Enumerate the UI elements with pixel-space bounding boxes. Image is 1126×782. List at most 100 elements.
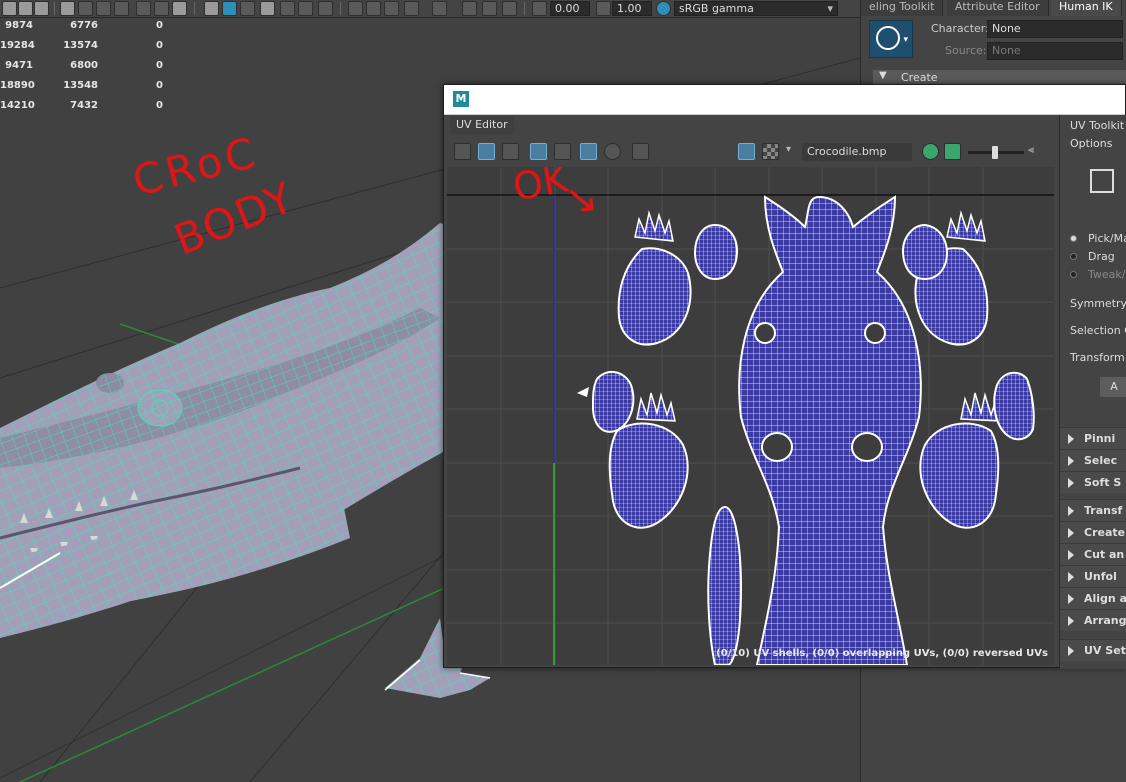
light-icon[interactable] xyxy=(136,1,151,16)
uv-checker-grid-icon[interactable] xyxy=(580,143,597,160)
chevron-right-icon xyxy=(1068,594,1074,604)
panel-toggle-icon[interactable]: ⫷ xyxy=(1028,143,1044,160)
exposure-field[interactable]: 0.00 xyxy=(550,1,590,16)
uv-toolkit-title: UV Toolkit xyxy=(1070,119,1125,132)
tweak-radio[interactable] xyxy=(1070,271,1077,278)
uv-toolbar: ▾ Crocodile.bmp ⫷ xyxy=(446,136,1059,166)
chevron-down-icon: ▼ xyxy=(879,70,887,81)
chevron-right-icon xyxy=(1068,478,1074,488)
uv-viewport[interactable]: OK → (0/10) UV shells, (0/0) overlapping… xyxy=(447,167,1054,665)
isolate-icon[interactable] xyxy=(384,1,399,16)
toggle-icon[interactable] xyxy=(298,1,313,16)
section-unfold[interactable]: Unfol xyxy=(1060,565,1126,587)
cube-wire-icon[interactable] xyxy=(240,1,255,16)
exposure-icon[interactable] xyxy=(532,1,547,16)
section-uv-sets[interactable]: UV Set xyxy=(1060,639,1126,661)
uv-grid-icon[interactable] xyxy=(478,143,495,160)
human-ik-icon[interactable]: ▾ xyxy=(869,20,913,58)
color-space-value: sRGB gamma xyxy=(679,2,754,15)
uv-isolate-icon[interactable] xyxy=(502,143,519,160)
tweak-label: Tweak/ xyxy=(1088,268,1126,281)
frame-all-icon[interactable] xyxy=(482,1,497,16)
section-select[interactable]: Selec xyxy=(1060,449,1126,471)
uv-status-text: (0/10) UV shells, (0/0) overlapping UVs,… xyxy=(716,648,1048,659)
camera-pan-icon[interactable] xyxy=(432,1,447,16)
image-display-icon[interactable] xyxy=(738,143,755,160)
image-name-field[interactable]: Crocodile.bmp xyxy=(802,143,912,161)
pick-mode-label: Pick/Ma xyxy=(1088,232,1126,245)
source-label: Source: xyxy=(945,44,987,57)
gamma-icon[interactable] xyxy=(596,1,611,16)
uv-editor-window: M UV Editor ▾ Crocodile.bmp ⫷ OK → (0/10… xyxy=(443,84,1126,669)
section-create[interactable]: Create xyxy=(1060,521,1126,543)
section-arrange-layout[interactable]: Arrang xyxy=(1060,609,1126,631)
apply-button[interactable]: A xyxy=(1100,377,1126,397)
drag-radio[interactable] xyxy=(1070,253,1077,260)
section-pinning[interactable]: Pinni xyxy=(1060,427,1126,449)
chevron-down-icon: ▾ xyxy=(827,2,833,15)
paint-icon[interactable] xyxy=(18,1,33,16)
maya-logo-icon: M xyxy=(453,91,469,107)
transform-label: Transform xyxy=(1070,351,1125,364)
chevron-right-icon xyxy=(1068,572,1074,582)
uv-snap-icon[interactable] xyxy=(554,143,571,160)
image-brightness-slider[interactable] xyxy=(968,146,1024,159)
tab-uv-editor[interactable]: UV Editor xyxy=(450,116,514,134)
checker-icon[interactable] xyxy=(280,1,295,16)
drag-label: Drag xyxy=(1088,250,1115,263)
slider-handle[interactable] xyxy=(992,146,998,159)
shadow-icon[interactable] xyxy=(154,1,169,16)
uv-shell-icon[interactable] xyxy=(454,143,471,160)
sync-icon[interactable] xyxy=(922,143,939,160)
uv-frame-icon[interactable] xyxy=(530,143,547,160)
section-cut-sew[interactable]: Cut an xyxy=(1060,543,1126,565)
brush-icon[interactable] xyxy=(34,1,49,16)
tab-modeling-toolkit[interactable]: eling Toolkit xyxy=(861,0,944,16)
color-manage-icon[interactable] xyxy=(656,1,671,16)
wireframe-icon[interactable] xyxy=(78,1,93,16)
sphere-icon[interactable] xyxy=(348,1,363,16)
cube-shaded-icon[interactable] xyxy=(222,1,237,16)
uv-distortion-icon[interactable] xyxy=(604,143,621,160)
image-icon[interactable] xyxy=(944,143,961,160)
pick-radio[interactable] xyxy=(1070,235,1077,242)
expand-icon[interactable] xyxy=(502,1,517,16)
uv-toolkit-panel: UV Toolkit Options Pick/Ma Drag Tweak/ S… xyxy=(1059,115,1126,669)
chevron-right-icon xyxy=(1068,646,1074,656)
section-transform[interactable]: Transf xyxy=(1060,499,1126,521)
checker-icon[interactable] xyxy=(762,143,779,160)
chevron-right-icon xyxy=(1068,616,1074,626)
select-mode-icon[interactable] xyxy=(1090,169,1114,193)
bokeh-icon[interactable] xyxy=(318,1,333,16)
cube-icon[interactable] xyxy=(204,1,219,16)
grid-icon[interactable] xyxy=(60,1,75,16)
lasso-icon[interactable] xyxy=(2,1,17,16)
gamma-field[interactable]: 1.00 xyxy=(612,1,652,16)
tab-attribute-editor[interactable]: Attribute Editor xyxy=(947,0,1049,16)
frame-icon[interactable] xyxy=(462,1,477,16)
character-select[interactable]: None xyxy=(987,20,1123,38)
texture-icon[interactable] xyxy=(114,1,129,16)
text-icon[interactable] xyxy=(172,1,187,16)
character-label: Character: xyxy=(931,22,989,35)
options-menu[interactable]: Options xyxy=(1070,137,1112,150)
chevron-right-icon xyxy=(1068,506,1074,516)
symmetry-label: Symmetry: xyxy=(1070,297,1126,310)
window-titlebar[interactable]: M xyxy=(444,85,1125,115)
square-icon[interactable] xyxy=(404,1,419,16)
chevron-down-icon[interactable]: ▾ xyxy=(786,144,791,155)
chevron-right-icon xyxy=(1068,550,1074,560)
cube-texture-icon[interactable] xyxy=(260,1,275,16)
uv-layout xyxy=(447,167,1054,665)
create-label: Create xyxy=(901,71,938,84)
chevron-right-icon xyxy=(1068,434,1074,444)
camera-icon[interactable] xyxy=(632,143,649,160)
source-select[interactable]: None xyxy=(987,42,1123,60)
chevron-right-icon xyxy=(1068,528,1074,538)
section-soft-select[interactable]: Soft S xyxy=(1060,471,1126,493)
sphere-alt-icon[interactable] xyxy=(366,1,381,16)
section-align-snap[interactable]: Align a xyxy=(1060,587,1126,609)
color-space-select[interactable]: sRGB gamma ▾ xyxy=(674,1,838,16)
tab-human-ik[interactable]: Human IK xyxy=(1051,0,1122,16)
shaded-icon[interactable] xyxy=(96,1,111,16)
